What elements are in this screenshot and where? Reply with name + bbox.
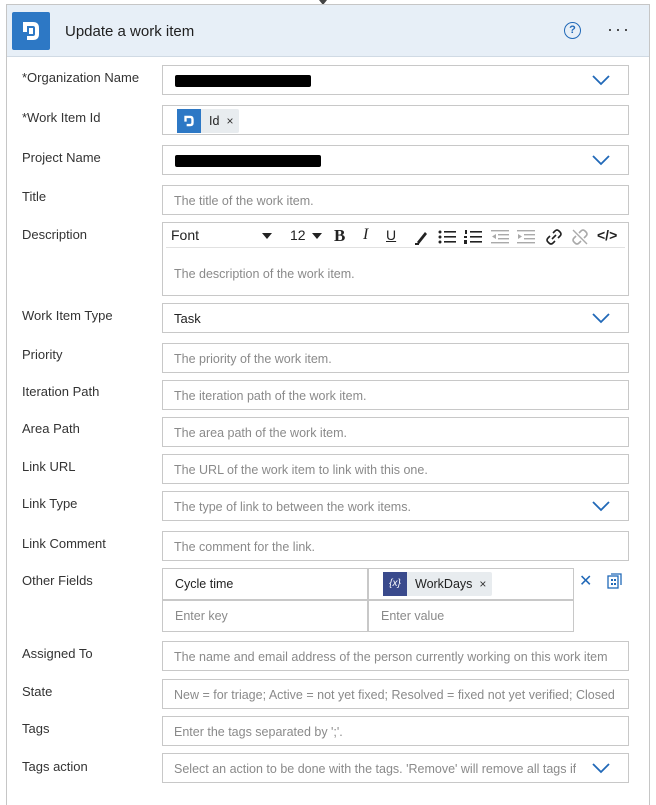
iteration-path-placeholder: The iteration path of the work item. xyxy=(174,389,367,403)
priority-placeholder: The priority of the work item. xyxy=(174,352,332,366)
label-tags: Tags xyxy=(22,721,50,736)
tags-action-dropdown[interactable]: Select an action to be done with the tag… xyxy=(162,753,629,783)
tags-placeholder: Enter the tags separated by ';'. xyxy=(174,725,343,739)
label-title: Title xyxy=(22,189,47,204)
other-field-key-input-empty[interactable]: Enter key xyxy=(162,600,368,632)
azure-devops-icon xyxy=(177,109,201,133)
state-placeholder: New = for triage; Active = not yet fixed… xyxy=(174,688,614,702)
other-field-value-input[interactable]: {x} WorkDays × xyxy=(368,568,574,600)
other-field-key-input[interactable]: Cycle time xyxy=(162,568,368,600)
card-header[interactable]: Update a work item ? ··· xyxy=(7,5,649,57)
enter-key-placeholder: Enter key xyxy=(175,609,228,623)
action-card: Update a work item ? ··· *Organization N… xyxy=(6,4,650,805)
label-description: Description xyxy=(22,227,88,242)
enter-value-placeholder: Enter value xyxy=(381,609,445,623)
iteration-path-input[interactable]: The iteration path of the work item. xyxy=(162,380,629,410)
font-size-select[interactable]: 12 xyxy=(290,227,306,243)
workdays-token[interactable]: {x} WorkDays × xyxy=(383,572,493,596)
highlight-pen-icon[interactable] xyxy=(414,229,430,245)
chevron-down-icon xyxy=(592,313,610,324)
link-url-input[interactable]: The URL of the work item to link with th… xyxy=(162,454,629,484)
azure-devops-icon xyxy=(12,12,50,50)
label-tags-action: Tags action xyxy=(22,759,88,774)
tags-action-placeholder: Select an action to be done with the tag… xyxy=(174,762,577,776)
indent-icon[interactable] xyxy=(517,229,535,245)
title-input[interactable]: The title of the work item. xyxy=(162,185,629,215)
tags-input[interactable]: Enter the tags separated by ';'. xyxy=(162,716,629,746)
work-item-type-dropdown[interactable]: Task xyxy=(162,303,629,333)
chevron-down-icon xyxy=(592,501,610,512)
rich-text-toolbar: Font 12 B I U </> xyxy=(166,226,625,248)
title-placeholder: The title of the work item. xyxy=(174,194,314,208)
label-work-item-id: *Work Item Id xyxy=(22,110,101,125)
bullet-list-icon[interactable] xyxy=(438,229,456,245)
label-priority: Priority xyxy=(22,347,63,362)
description-placeholder: The description of the work item. xyxy=(174,267,355,281)
id-token[interactable]: Id × xyxy=(177,109,240,133)
underline-button[interactable]: U xyxy=(386,227,396,243)
token-label: Id xyxy=(209,114,220,128)
remove-token-icon[interactable]: × xyxy=(226,114,233,128)
card-title: Update a work item xyxy=(65,23,195,40)
priority-input[interactable]: The priority of the work item. xyxy=(162,343,629,373)
chevron-down-icon xyxy=(592,155,610,166)
description-editor[interactable]: Font 12 B I U </> The description of the… xyxy=(162,222,629,296)
code-view-button[interactable]: </> xyxy=(597,227,617,243)
caret-down-icon[interactable] xyxy=(262,233,272,240)
label-work-item-type: Work Item Type xyxy=(22,308,113,323)
area-path-input[interactable]: The area path of the work item. xyxy=(162,417,629,447)
bold-button[interactable]: B xyxy=(334,226,345,246)
italic-button[interactable]: I xyxy=(363,226,368,244)
link-type-placeholder: The type of link to between the work ite… xyxy=(174,500,411,514)
label-link-type: Link Type xyxy=(22,496,78,511)
remove-token-icon[interactable]: × xyxy=(479,577,486,591)
label-state: State xyxy=(22,684,53,699)
outdent-icon[interactable] xyxy=(491,229,509,245)
numbered-list-icon[interactable] xyxy=(464,229,482,245)
project-name-dropdown[interactable] xyxy=(162,145,629,175)
label-link-url: Link URL xyxy=(22,459,76,474)
label-area-path: Area Path xyxy=(22,421,80,436)
link-url-placeholder: The URL of the work item to link with th… xyxy=(174,463,428,477)
label-iteration-path: Iteration Path xyxy=(22,384,100,399)
link-comment-placeholder: The comment for the link. xyxy=(174,540,316,554)
assigned-to-input[interactable]: The name and email address of the person… xyxy=(162,641,629,671)
other-field-key-value: Cycle time xyxy=(175,577,234,591)
area-path-placeholder: The area path of the work item. xyxy=(174,426,348,440)
organization-name-dropdown[interactable] xyxy=(162,65,629,95)
label-project-name: Project Name xyxy=(22,150,101,165)
chevron-down-icon xyxy=(592,763,610,774)
link-type-dropdown[interactable]: The type of link to between the work ite… xyxy=(162,491,629,521)
label-other-fields: Other Fields xyxy=(22,573,93,588)
unlink-icon[interactable] xyxy=(571,228,589,246)
switch-to-text-mode-icon[interactable] xyxy=(607,572,623,589)
font-select[interactable]: Font xyxy=(171,227,199,243)
caret-down-icon[interactable] xyxy=(312,233,322,240)
redacted-value xyxy=(175,155,321,167)
remove-row-icon[interactable]: ✕ xyxy=(579,571,592,591)
work-item-type-value: Task xyxy=(174,311,201,326)
redacted-value xyxy=(175,75,311,87)
expression-icon: {x} xyxy=(383,572,407,596)
token-label: WorkDays xyxy=(415,577,473,591)
help-icon[interactable]: ? xyxy=(564,22,581,39)
state-input[interactable]: New = for triage; Active = not yet fixed… xyxy=(162,679,629,709)
link-icon[interactable] xyxy=(545,228,563,246)
work-item-id-input[interactable]: Id × xyxy=(162,105,629,135)
label-link-comment: Link Comment xyxy=(22,536,106,551)
more-options-icon[interactable]: ··· xyxy=(607,19,631,40)
assigned-to-placeholder: The name and email address of the person… xyxy=(174,650,608,664)
other-field-value-input-empty[interactable]: Enter value xyxy=(368,600,574,632)
chevron-down-icon xyxy=(592,75,610,86)
label-organization-name: *Organization Name xyxy=(22,70,140,85)
link-comment-input[interactable]: The comment for the link. xyxy=(162,531,629,561)
label-assigned-to: Assigned To xyxy=(22,646,93,661)
